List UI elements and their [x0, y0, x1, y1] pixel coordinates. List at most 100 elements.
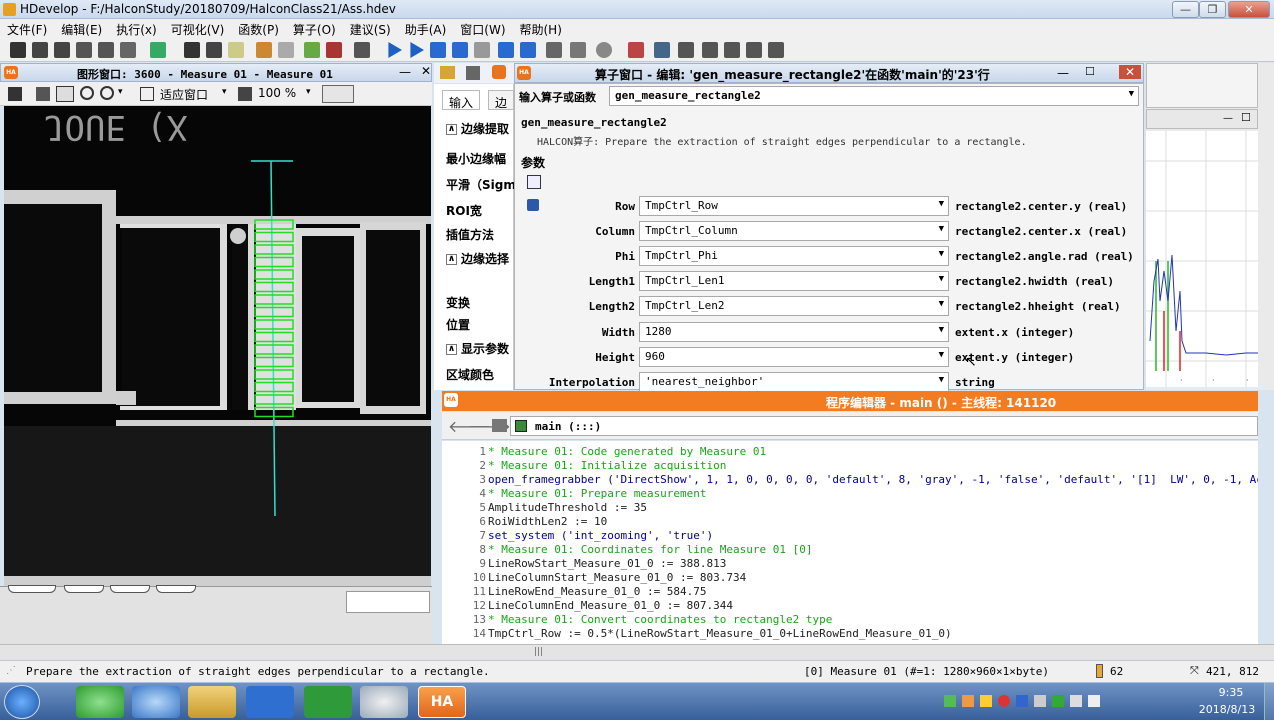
tray-icon[interactable] [998, 695, 1010, 707]
tray-icon[interactable] [1070, 695, 1082, 707]
menu-procedures[interactable]: 函数(P) [231, 19, 286, 38]
tray-icon[interactable] [1052, 695, 1064, 707]
tab-input[interactable]: 输入 [442, 90, 481, 110]
chevron-down-icon[interactable]: ▼ [939, 299, 944, 309]
reset-program-icon[interactable] [520, 42, 536, 58]
paste-icon[interactable] [228, 42, 244, 58]
chevron-down-icon[interactable]: ▾ [118, 87, 123, 97]
start-button[interactable] [4, 685, 40, 719]
minimize-icon[interactable]: — [1057, 66, 1069, 80]
image-canvas[interactable]: JOUE (X [4, 106, 431, 586]
close-icon[interactable]: ✕ [421, 64, 431, 78]
code-line[interactable]: LineRowEnd_Measure_01_0 := 584.75 [488, 585, 1258, 599]
graphics-window-icon[interactable] [570, 42, 586, 58]
code-line[interactable]: AmplitudeThreshold := 35 [488, 501, 1258, 515]
tab-edge[interactable]: 边 [488, 90, 515, 110]
tray-icon[interactable] [944, 695, 956, 707]
tray-icon[interactable] [1034, 695, 1046, 707]
menu-window[interactable]: 窗口(W) [453, 19, 512, 38]
stop-icon[interactable] [474, 42, 490, 58]
param-value-length2[interactable]: TmpCtrl_Len2 ▼ [639, 296, 949, 316]
minimize-icon[interactable]: — [1223, 113, 1233, 124]
tray-icon[interactable] [980, 695, 992, 707]
draw-mode-icon[interactable] [322, 85, 354, 103]
step-into-icon[interactable] [452, 42, 468, 58]
zoom-level[interactable]: 100 % [258, 86, 296, 100]
hdevelop-taskbar-icon[interactable]: HA [418, 686, 466, 718]
gray-histogram-icon[interactable] [678, 42, 694, 58]
app-taskbar-icon[interactable] [304, 686, 352, 718]
word-taskbar-icon[interactable] [246, 686, 294, 718]
folder-icon[interactable] [440, 66, 455, 79]
pointer-icon[interactable] [36, 87, 50, 101]
code-line[interactable]: open_framegrabber ('DirectShow', 1, 1, 0… [488, 473, 1258, 487]
zoom-window-icon[interactable] [654, 42, 670, 58]
horizontal-scrollbar[interactable]: ||| [0, 644, 1274, 659]
zoom-icon[interactable] [80, 86, 94, 100]
operator-search-input[interactable]: gen_measure_rectangle2 ▼ [609, 86, 1139, 106]
cut-icon[interactable] [184, 42, 200, 58]
collapse-icon[interactable]: ∧ [446, 344, 457, 355]
explorer-taskbar-icon[interactable] [188, 686, 236, 718]
clock-date[interactable]: 2018/8/13 [1196, 703, 1258, 716]
chevron-down-icon[interactable]: ▼ [939, 224, 944, 234]
chevron-down-icon[interactable]: ▼ [1129, 89, 1134, 99]
code-line[interactable]: * Measure 01: Prepare measurement [488, 487, 1258, 501]
copy-icon[interactable] [206, 42, 222, 58]
pencil-icon[interactable] [8, 87, 22, 101]
pan-icon[interactable] [56, 86, 74, 102]
chevron-down-icon[interactable]: ▾ [222, 87, 227, 97]
maximize-icon[interactable]: ☐ [1241, 111, 1251, 124]
menu-visualize[interactable]: 可视化(V) [164, 19, 232, 38]
tray-icon[interactable] [962, 695, 974, 707]
zoom-menu-icon[interactable] [100, 86, 114, 100]
chevron-down-icon[interactable]: ▾ [306, 87, 311, 97]
fit-window-label[interactable]: 适应窗口 [160, 86, 208, 103]
activate-icon[interactable] [304, 42, 320, 58]
menu-help[interactable]: 帮助(H) [513, 19, 569, 38]
close-icon[interactable]: ✕ [1119, 65, 1141, 79]
print-icon[interactable] [120, 42, 136, 58]
chevron-down-icon[interactable]: ▼ [939, 350, 944, 360]
code-lines[interactable]: * Measure 01: Code generated by Measure … [488, 445, 1258, 641]
code-line[interactable]: * Measure 01: Coordinates for line Measu… [488, 543, 1258, 557]
image-size-icon[interactable] [238, 87, 252, 101]
edit-procedure-icon[interactable] [492, 419, 507, 432]
step-over-icon[interactable] [430, 42, 446, 58]
grid-icon[interactable] [527, 175, 541, 189]
collapse-icon[interactable]: ∧ [446, 254, 457, 265]
menu-execute[interactable]: 执行(x) [109, 19, 163, 38]
code-line[interactable]: * Measure 01: Convert coordinates to rec… [488, 613, 1258, 627]
volume-icon[interactable] [1088, 695, 1100, 707]
save-icon[interactable] [54, 42, 70, 58]
run-to-insert-icon[interactable] [410, 42, 424, 58]
collapse-icon[interactable]: ∧ [446, 124, 457, 135]
code-line[interactable]: TmpCtrl_Row := 0.5*(LineRowStart_Measure… [488, 627, 1258, 641]
ocr-icon[interactable] [768, 42, 784, 58]
menu-file[interactable]: 文件(F) [0, 19, 54, 38]
param-value-column[interactable]: TmpCtrl_Column ▼ [639, 221, 949, 241]
timer-icon[interactable] [596, 42, 612, 58]
code-line[interactable]: * Measure 01: Code generated by Measure … [488, 445, 1258, 459]
line-profile-icon[interactable] [746, 42, 762, 58]
code-line[interactable]: LineRowStart_Measure_01_0 := 388.813 [488, 557, 1258, 571]
chevron-down-icon[interactable]: ▼ [939, 375, 944, 385]
save-as-icon[interactable] [76, 42, 92, 58]
maximize-button[interactable]: ❐ [1199, 1, 1226, 18]
procedure-combo[interactable]: main (:::) [510, 416, 1258, 436]
new-file-icon[interactable] [10, 42, 26, 58]
code-line[interactable]: * Measure 01: Initialize acquisition [488, 459, 1258, 473]
feature-histogram-icon[interactable] [702, 42, 718, 58]
param-row[interactable]: ∧ 显示参数 [446, 340, 509, 357]
menu-assistants[interactable]: 助手(A) [398, 19, 454, 38]
paint-taskbar-icon[interactable] [360, 686, 408, 718]
param-row[interactable]: ∧ 边缘选择 [446, 250, 509, 267]
code-line[interactable]: set_system ('int_zooming', 'true') [488, 529, 1258, 543]
param-row[interactable]: ∧ 边缘提取 [446, 120, 509, 137]
properties-icon[interactable] [150, 42, 166, 58]
open-file-icon[interactable] [32, 42, 48, 58]
param-value-width[interactable]: 1280 ▼ [639, 322, 949, 342]
menu-edit[interactable]: 编辑(E) [54, 19, 109, 38]
run-icon[interactable] [388, 42, 402, 58]
redo-icon[interactable] [278, 42, 294, 58]
